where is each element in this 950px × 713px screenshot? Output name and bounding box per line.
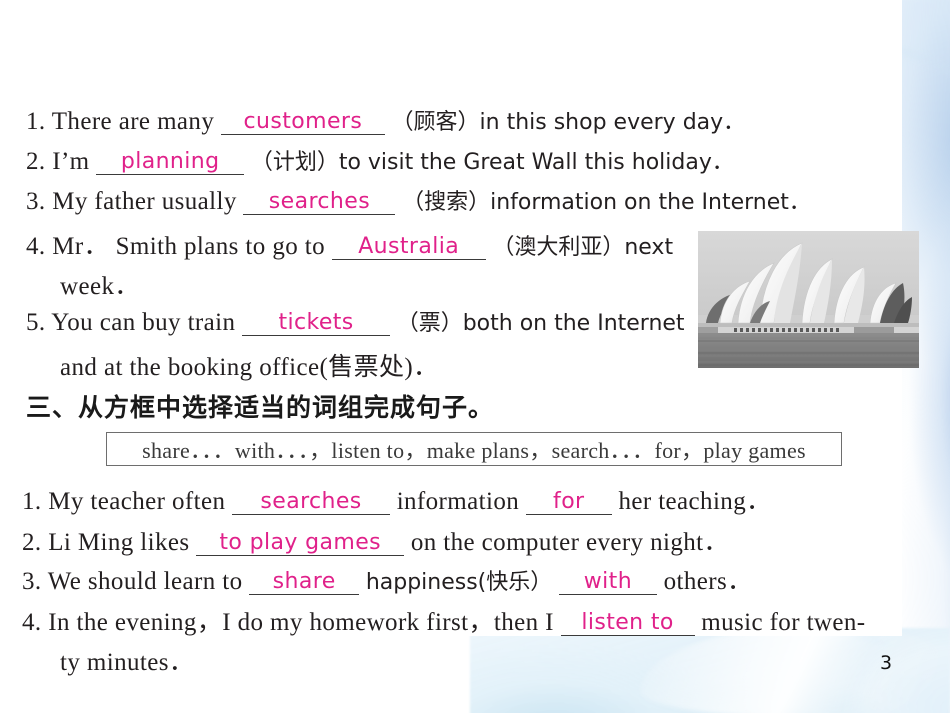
section3-question-row-3: 3. We should learn to share happiness(快乐… xyxy=(22,561,752,597)
answer-blank-4[interactable]: Australia xyxy=(331,235,486,261)
question-text-after: （票）both on the Internet xyxy=(396,311,685,336)
question-text-after: （计划）to visit the Great Wall this holiday… xyxy=(250,150,734,175)
question-row-5-continuation: and at the booking office(售票处)． xyxy=(60,347,439,383)
question-text-before: My teacher often xyxy=(48,488,226,515)
question-row-1: 1. There are many customers （顾客）in this … xyxy=(26,104,745,136)
page-number: 3 xyxy=(880,652,893,674)
question-text-after: on the computer every night． xyxy=(410,529,729,556)
question-continuation-text: ty minutes． xyxy=(60,649,195,676)
word-bank-box: share．．．with．．．，listen to，make plans，sea… xyxy=(106,432,842,466)
section-three-heading: 三、从方框中选择适当的词组完成句子。 xyxy=(26,393,495,422)
question-row-2: 2. I’m planning （计划）to visit the Great W… xyxy=(26,144,734,176)
question-number: 2. xyxy=(26,148,46,175)
question-row-3: 3. My father usually searches （搜索）inform… xyxy=(26,184,811,216)
answer-blank-1[interactable]: customers xyxy=(220,110,385,136)
question-number: 1. xyxy=(26,108,46,135)
answer-blank-s3-4[interactable]: listen to xyxy=(560,611,695,637)
section3-question-row-2: 2. Li Ming likes to play games on the co… xyxy=(22,522,729,558)
question-row-5: 5. You can buy train tickets （票）both on … xyxy=(26,305,685,337)
question-continuation-text: and at the booking office(售票处)． xyxy=(60,354,439,381)
question-number: 3. xyxy=(26,188,46,215)
question-number: 2. xyxy=(22,529,42,556)
question-text-before: You can buy train xyxy=(51,309,236,336)
question-text-before: In the evening，I do my homework first，th… xyxy=(48,609,554,636)
question-text-after: （顾客）in this shop every day． xyxy=(391,110,746,135)
answer-blank-s3-2[interactable]: to play games xyxy=(196,531,405,557)
question-row-4: 4. Mr． Smith plans to go to Australia （澳… xyxy=(26,226,673,262)
question-number: 4. xyxy=(26,233,46,260)
question-number: 4. xyxy=(22,609,42,636)
question-text-middle: information xyxy=(396,488,520,515)
slide-page: 1. There are many customers （顾客）in this … xyxy=(0,0,950,713)
question-text-before: Li Ming likes xyxy=(48,529,190,556)
sydney-opera-house-photo xyxy=(698,231,919,368)
answer-blank-2[interactable]: planning xyxy=(96,150,245,176)
question-number: 1. xyxy=(22,488,42,515)
answer-blank-3[interactable]: searches xyxy=(243,190,396,216)
answer-blank-s3-1a[interactable]: searches xyxy=(232,490,391,516)
question-text-after: music for twen- xyxy=(701,609,866,636)
question-row-4-continuation: week． xyxy=(60,266,140,302)
question-text-before: Mr． Smith plans to go to xyxy=(52,233,326,260)
question-continuation-text: week． xyxy=(60,273,140,300)
question-text-before: There are many xyxy=(51,108,215,135)
page-content: 1. There are many customers （顾客）in this … xyxy=(0,0,950,713)
question-text-before: I’m xyxy=(52,148,90,175)
question-text-after: her teaching． xyxy=(618,488,772,515)
question-text-before: My father usually xyxy=(52,188,237,215)
question-text-after: （澳大利亚）next xyxy=(492,235,674,260)
section3-question-row-1: 1. My teacher often searches information… xyxy=(22,481,772,517)
question-number: 5. xyxy=(26,309,46,336)
question-text-middle: happiness(快乐） xyxy=(365,570,553,595)
answer-blank-s3-1b[interactable]: for xyxy=(525,490,612,516)
question-text-after: others． xyxy=(663,568,753,595)
answer-blank-s3-3a[interactable]: share xyxy=(249,570,360,596)
question-text-before: We should learn to xyxy=(47,568,243,595)
question-text-after: （搜索）information on the Internet． xyxy=(402,190,811,215)
section3-question-row-4-continuation: ty minutes． xyxy=(60,642,194,678)
answer-blank-s3-3b[interactable]: with xyxy=(558,570,657,596)
question-number: 3. xyxy=(22,568,42,595)
section3-question-row-4: 4. In the evening，I do my homework first… xyxy=(22,602,866,638)
answer-blank-5[interactable]: tickets xyxy=(242,311,391,337)
